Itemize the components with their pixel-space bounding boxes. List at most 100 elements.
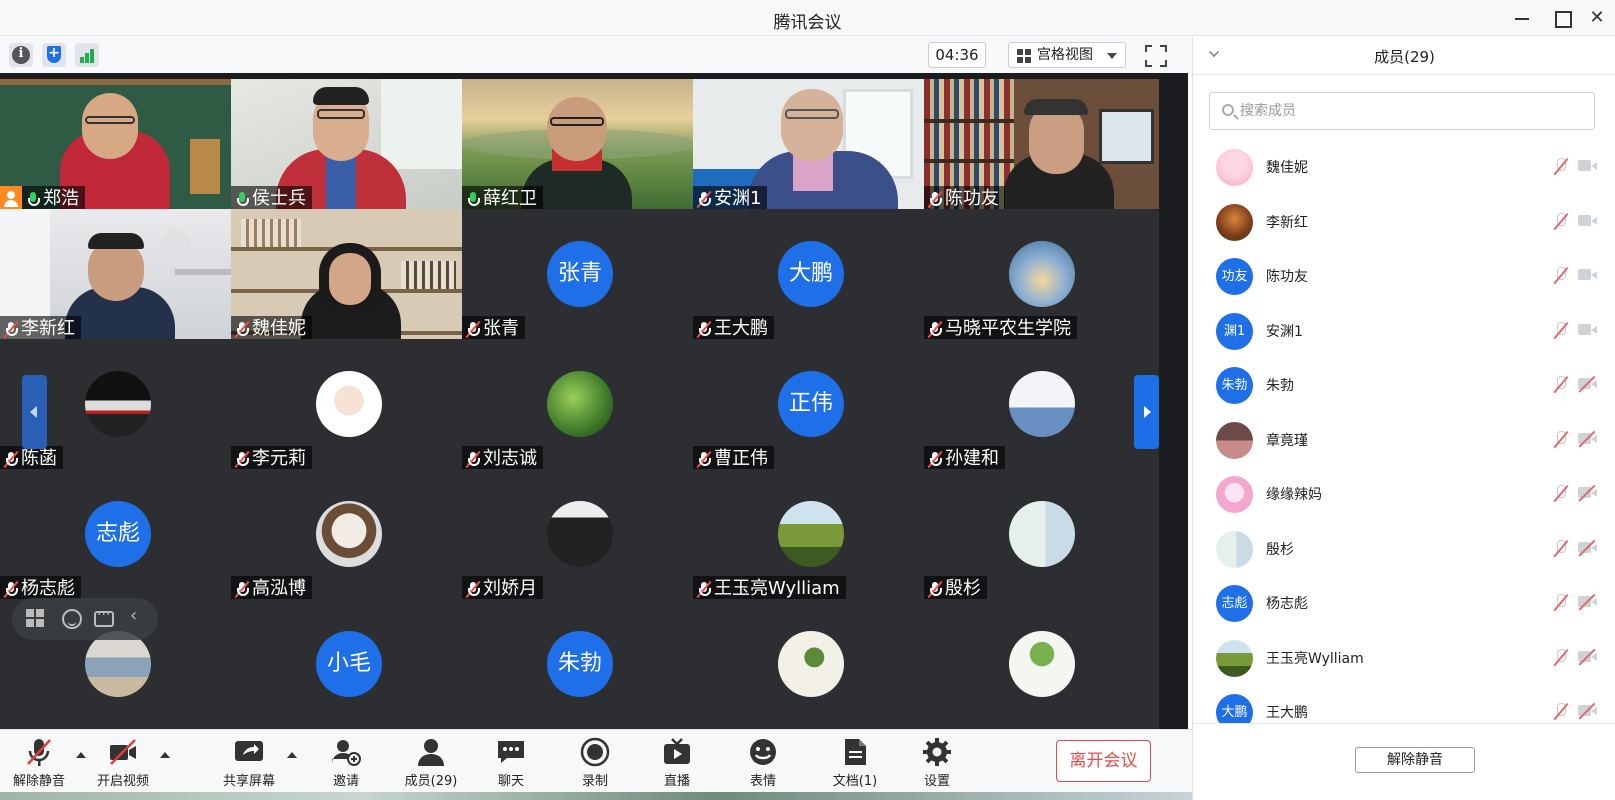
member-mic-muted-icon[interactable]	[1553, 484, 1569, 504]
info-icon[interactable]	[9, 43, 33, 67]
participant-name: 魏佳妮	[252, 318, 306, 339]
close-icon[interactable]: ✕	[1585, 6, 1609, 30]
member-mic-muted-icon[interactable]	[1553, 212, 1569, 232]
member-row[interactable]: 章竟瑾	[1193, 413, 1615, 468]
member-mic-muted-icon[interactable]	[1553, 430, 1569, 450]
unmute-all-button[interactable]: 解除静音	[1355, 747, 1475, 773]
participant-tile[interactable]: 王玉亮Wylliam	[693, 469, 928, 601]
participant-avatar	[316, 371, 382, 437]
participant-tile[interactable]: 孙建和	[924, 339, 1159, 471]
view-mode-select[interactable]: 宫格视图	[1008, 42, 1126, 68]
emoji-icon[interactable]	[62, 609, 82, 629]
control-document-button[interactable]: 文档(1)	[824, 730, 886, 793]
member-row[interactable]: 殷杉	[1193, 522, 1615, 577]
previous-page-button[interactable]	[22, 375, 47, 449]
member-camera-icon[interactable]	[1578, 268, 1598, 282]
participant-tile[interactable]: 李新红	[0, 209, 235, 341]
member-camera-off-icon[interactable]	[1578, 593, 1598, 611]
member-avatar: 志彪	[1216, 585, 1253, 622]
member-camera-off-icon[interactable]	[1578, 648, 1598, 665]
video-grid: 郑浩 侯士兵 薛红卫 安渊1 陈功友 李新红 魏佳妮 张青 张青 大鹏 王大鹏 马晓平农生学院 陈菡 李元…	[0, 73, 1188, 729]
collapse-left-icon[interactable]: ‹	[130, 605, 150, 626]
member-camera-icon[interactable]	[1578, 323, 1598, 337]
member-row[interactable]: 魏佳妮	[1193, 140, 1615, 195]
member-mic-muted-icon[interactable]	[1553, 157, 1569, 177]
control-emoji-button[interactable]: 表情	[742, 730, 784, 793]
mic-on-icon	[466, 190, 480, 208]
participant-tile[interactable]: 志彪 杨志彪	[0, 469, 235, 601]
participant-tile[interactable]: 殷杉	[924, 469, 1159, 601]
participant-tile[interactable]: 马晓平农生学院	[924, 209, 1159, 341]
member-row[interactable]: 李新红	[1193, 195, 1615, 250]
member-camera-off-icon[interactable]	[1578, 430, 1598, 447]
member-camera-off-icon[interactable]	[1578, 539, 1598, 556]
member-name: 陈功友	[1266, 269, 1308, 285]
mic-muted-icon	[465, 320, 481, 338]
participant-tile[interactable]: 刘志诚	[462, 339, 697, 471]
member-row[interactable]: 志彪 杨志彪	[1193, 576, 1615, 631]
host-badge-icon	[0, 186, 22, 211]
control-settings-button[interactable]: 设置	[916, 730, 958, 793]
control-mic-muted-button[interactable]: 解除静音	[8, 730, 70, 793]
video-options-arrow-icon[interactable]	[160, 752, 170, 758]
control-live-button[interactable]: 直播	[656, 730, 698, 793]
member-camera-off-icon[interactable]	[1578, 484, 1598, 502]
chat-bubble-icon[interactable]	[94, 607, 114, 627]
control-camera-off-button[interactable]: 开启视频	[92, 730, 154, 793]
participant-tile[interactable]: 高泓博	[231, 469, 466, 601]
participant-tile[interactable]: 魏佳妮	[231, 209, 466, 341]
maximize-icon[interactable]	[1550, 6, 1574, 30]
member-row[interactable]: 大鹏 王大鹏	[1193, 685, 1615, 723]
share-options-arrow-icon[interactable]	[287, 752, 297, 758]
participant-tile[interactable]	[693, 599, 928, 729]
security-shield-icon[interactable]	[42, 43, 66, 67]
participant-tile[interactable]: 小毛	[231, 599, 466, 729]
control-members-button[interactable]: 成员(29)	[400, 730, 462, 793]
fullscreen-icon[interactable]	[1145, 45, 1167, 67]
participant-tile[interactable]: 大鹏 王大鹏	[693, 209, 928, 341]
participant-tile[interactable]: 刘娇月	[462, 469, 697, 601]
control-invite-button[interactable]: 邀请	[320, 730, 372, 793]
member-row[interactable]: 渊1 安渊1	[1193, 304, 1615, 359]
member-avatar	[1216, 639, 1253, 677]
member-row[interactable]: 功友 陈功友	[1193, 249, 1615, 304]
participant-tile[interactable]: 薛红卫	[462, 79, 697, 211]
member-mic-muted-icon[interactable]	[1553, 702, 1569, 722]
mic-muted-icon	[927, 450, 943, 468]
leave-meeting-button[interactable]: 离开会议	[1056, 740, 1151, 782]
member-camera-off-icon[interactable]	[1578, 702, 1598, 720]
grid-layout-icon[interactable]	[26, 609, 46, 629]
control-chat-button[interactable]: 聊天	[490, 730, 532, 793]
control-share-screen-button[interactable]: 共享屏幕	[218, 730, 280, 793]
participant-tile[interactable]: 安渊1	[693, 79, 928, 211]
participant-tile[interactable]: 侯士兵	[231, 79, 466, 211]
member-mic-muted-icon[interactable]	[1553, 321, 1569, 341]
member-mic-muted-icon[interactable]	[1553, 266, 1569, 286]
member-camera-icon[interactable]	[1578, 214, 1598, 228]
participant-tile[interactable]: 张青 张青	[462, 209, 697, 341]
network-signal-icon[interactable]	[75, 43, 99, 67]
participant-tile[interactable]: 朱勃	[462, 599, 697, 729]
member-search[interactable]	[1209, 92, 1595, 130]
member-row[interactable]: 王玉亮Wylliam	[1193, 631, 1615, 686]
participant-tile[interactable]	[924, 599, 1159, 729]
control-record-button[interactable]: 录制	[574, 730, 616, 793]
mic-muted-icon	[3, 320, 19, 338]
member-row[interactable]: 朱勃 朱勃	[1193, 358, 1615, 413]
member-search-input[interactable]	[1240, 93, 1580, 129]
participant-tile[interactable]: 李元莉	[231, 339, 466, 471]
member-camera-icon[interactable]	[1578, 159, 1598, 173]
minimize-icon[interactable]	[1510, 6, 1534, 30]
participant-tile[interactable]: 正伟 曹正伟	[693, 339, 928, 471]
participant-tile[interactable]: 郑浩	[0, 79, 235, 211]
member-camera-off-icon[interactable]	[1578, 375, 1598, 393]
member-mic-muted-icon[interactable]	[1553, 593, 1569, 613]
member-name: 缘缘辣妈	[1266, 487, 1322, 503]
member-mic-muted-icon[interactable]	[1553, 648, 1569, 668]
member-mic-muted-icon[interactable]	[1553, 539, 1569, 559]
participant-tile[interactable]: 陈功友	[924, 79, 1159, 211]
member-mic-muted-icon[interactable]	[1553, 375, 1569, 395]
mic-options-arrow-icon[interactable]	[76, 752, 86, 758]
member-row[interactable]: 缘缘辣妈	[1193, 467, 1615, 522]
next-page-button[interactable]	[1134, 375, 1159, 449]
